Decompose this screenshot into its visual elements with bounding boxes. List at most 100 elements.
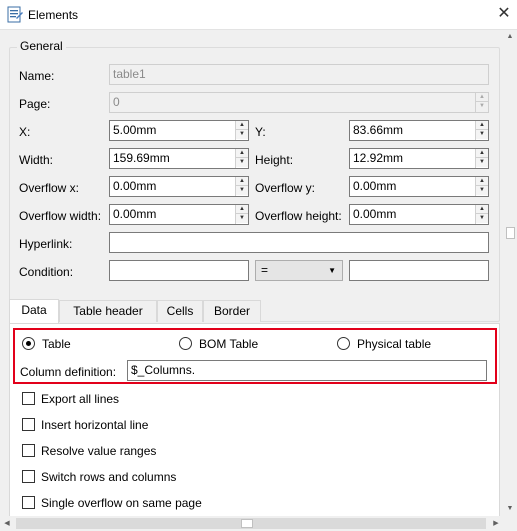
horizontal-scrollbar[interactable]: ◀ ▶ xyxy=(0,516,503,531)
x-field[interactable]: 5.00mm ▲ ▼ xyxy=(109,120,249,141)
height-spinner[interactable]: ▲ ▼ xyxy=(475,149,488,168)
properties-panel: General Name: table1 Page: 0 ▲ ▼ X: 5.00m… xyxy=(0,30,503,516)
y-value: 83.66mm xyxy=(353,123,404,137)
vertical-scroll-thumb[interactable] xyxy=(506,227,515,239)
height-field[interactable]: 12.92mm ▲ ▼ xyxy=(349,148,489,169)
chevron-down-icon: ▼ xyxy=(328,266,336,275)
condition-right-field[interactable] xyxy=(349,260,489,281)
close-icon[interactable]: ✕ xyxy=(494,4,514,24)
y-spinner[interactable]: ▲ ▼ xyxy=(475,121,488,140)
spin-down-icon: ▼ xyxy=(476,102,488,111)
checkbox-insert-horizontal-line[interactable] xyxy=(22,418,35,431)
checkbox-insert-horizontal-line-label[interactable]: Insert horizontal line xyxy=(41,418,148,432)
height-label: Height: xyxy=(255,153,294,167)
overflow-height-spinner[interactable]: ▲ ▼ xyxy=(475,205,488,224)
spin-down-icon[interactable]: ▼ xyxy=(236,130,248,139)
x-label: X: xyxy=(19,125,31,139)
overflow-height-value: 0.00mm xyxy=(353,207,397,221)
general-group-title: General xyxy=(17,39,66,53)
overflow-width-label: Overflow width: xyxy=(19,209,102,223)
spin-down-icon[interactable]: ▼ xyxy=(476,214,488,223)
name-value: table1 xyxy=(113,67,146,81)
spin-down-icon[interactable]: ▼ xyxy=(476,186,488,195)
radio-table[interactable] xyxy=(22,337,35,350)
width-spinner[interactable]: ▲ ▼ xyxy=(235,149,248,168)
name-field: table1 xyxy=(109,64,489,85)
checkbox-single-overflow[interactable] xyxy=(22,496,35,509)
spin-up-icon: ▲ xyxy=(476,93,488,102)
spin-down-icon[interactable]: ▼ xyxy=(476,158,488,167)
spin-up-icon[interactable]: ▲ xyxy=(476,121,488,130)
condition-operator-select[interactable]: = ▼ xyxy=(255,260,343,281)
y-label: Y: xyxy=(255,125,266,139)
checkbox-export-all-lines[interactable] xyxy=(22,392,35,405)
overflow-height-label: Overflow height: xyxy=(255,209,342,223)
checkbox-single-overflow-label[interactable]: Single overflow on same page xyxy=(41,496,202,510)
radio-table-label[interactable]: Table xyxy=(42,337,71,351)
horizontal-scroll-thumb[interactable] xyxy=(241,519,253,528)
page-spinner: ▲ ▼ xyxy=(475,93,488,112)
spin-up-icon[interactable]: ▲ xyxy=(476,149,488,158)
data-tab-panel: Table BOM Table Physical table Column de… xyxy=(9,323,500,516)
column-definition-field[interactable]: $_Columns. xyxy=(127,360,487,381)
overflow-width-value: 0.00mm xyxy=(113,207,157,221)
spin-up-icon[interactable]: ▲ xyxy=(236,205,248,214)
overflow-width-field[interactable]: 0.00mm ▲ ▼ xyxy=(109,204,249,225)
checkbox-switch-rows-columns[interactable] xyxy=(22,470,35,483)
spin-up-icon[interactable]: ▲ xyxy=(236,177,248,186)
overflow-y-field[interactable]: 0.00mm ▲ ▼ xyxy=(349,176,489,197)
scroll-up-icon[interactable]: ▲ xyxy=(503,30,517,44)
width-field[interactable]: 159.69mm ▲ ▼ xyxy=(109,148,249,169)
x-value: 5.00mm xyxy=(113,123,157,137)
tab-table-header[interactable]: Table header xyxy=(59,300,157,322)
name-label: Name: xyxy=(19,69,55,83)
page-value: 0 xyxy=(113,95,120,109)
radio-bom-table-label[interactable]: BOM Table xyxy=(199,337,258,351)
spin-up-icon[interactable]: ▲ xyxy=(236,149,248,158)
width-value: 159.69mm xyxy=(113,151,170,165)
scroll-left-icon[interactable]: ◀ xyxy=(0,516,14,531)
column-definition-value: $_Columns. xyxy=(131,363,196,377)
spin-up-icon[interactable]: ▲ xyxy=(476,177,488,186)
title-bar: Elements ✕ xyxy=(0,0,517,30)
spin-up-icon[interactable]: ▲ xyxy=(476,205,488,214)
width-label: Width: xyxy=(19,153,54,167)
scroll-right-icon[interactable]: ▶ xyxy=(489,516,503,531)
condition-left-field[interactable] xyxy=(109,260,249,281)
radio-physical-table[interactable] xyxy=(337,337,350,350)
checkbox-resolve-value-ranges[interactable] xyxy=(22,444,35,457)
overflow-width-spinner[interactable]: ▲ ▼ xyxy=(235,205,248,224)
overflow-x-value: 0.00mm xyxy=(113,179,157,193)
checkbox-export-all-lines-label[interactable]: Export all lines xyxy=(41,392,119,406)
overflow-y-value: 0.00mm xyxy=(353,179,397,193)
checkbox-resolve-value-ranges-label[interactable]: Resolve value ranges xyxy=(41,444,156,458)
spin-down-icon[interactable]: ▼ xyxy=(476,130,488,139)
window-title: Elements xyxy=(28,8,79,22)
tab-data[interactable]: Data xyxy=(9,299,59,323)
y-field[interactable]: 83.66mm ▲ ▼ xyxy=(349,120,489,141)
spin-up-icon[interactable]: ▲ xyxy=(236,121,248,130)
spin-down-icon[interactable]: ▼ xyxy=(236,158,248,167)
overflow-x-spinner[interactable]: ▲ ▼ xyxy=(235,177,248,196)
page-label: Page: xyxy=(19,97,51,111)
vertical-scrollbar[interactable]: ▲ ▼ xyxy=(503,30,517,516)
overflow-height-field[interactable]: 0.00mm ▲ ▼ xyxy=(349,204,489,225)
tab-cells[interactable]: Cells xyxy=(157,300,203,322)
radio-bom-table[interactable] xyxy=(179,337,192,350)
hyperlink-field[interactable] xyxy=(109,232,489,253)
x-spinner[interactable]: ▲ ▼ xyxy=(235,121,248,140)
spin-down-icon[interactable]: ▼ xyxy=(236,214,248,223)
overflow-y-spinner[interactable]: ▲ ▼ xyxy=(475,177,488,196)
spin-down-icon[interactable]: ▼ xyxy=(236,186,248,195)
page-field: 0 ▲ ▼ xyxy=(109,92,489,113)
radio-physical-table-label[interactable]: Physical table xyxy=(357,337,431,351)
height-value: 12.92mm xyxy=(353,151,404,165)
overflow-x-label: Overflow x: xyxy=(19,181,80,195)
tab-strip: Data Table header Cells Border xyxy=(9,299,500,323)
checkbox-switch-rows-columns-label[interactable]: Switch rows and columns xyxy=(41,470,176,484)
radio-selected-dot xyxy=(26,341,31,346)
tab-border[interactable]: Border xyxy=(203,300,261,322)
scroll-down-icon[interactable]: ▼ xyxy=(503,502,517,516)
overflow-x-field[interactable]: 0.00mm ▲ ▼ xyxy=(109,176,249,197)
column-definition-label: Column definition: xyxy=(20,365,117,379)
